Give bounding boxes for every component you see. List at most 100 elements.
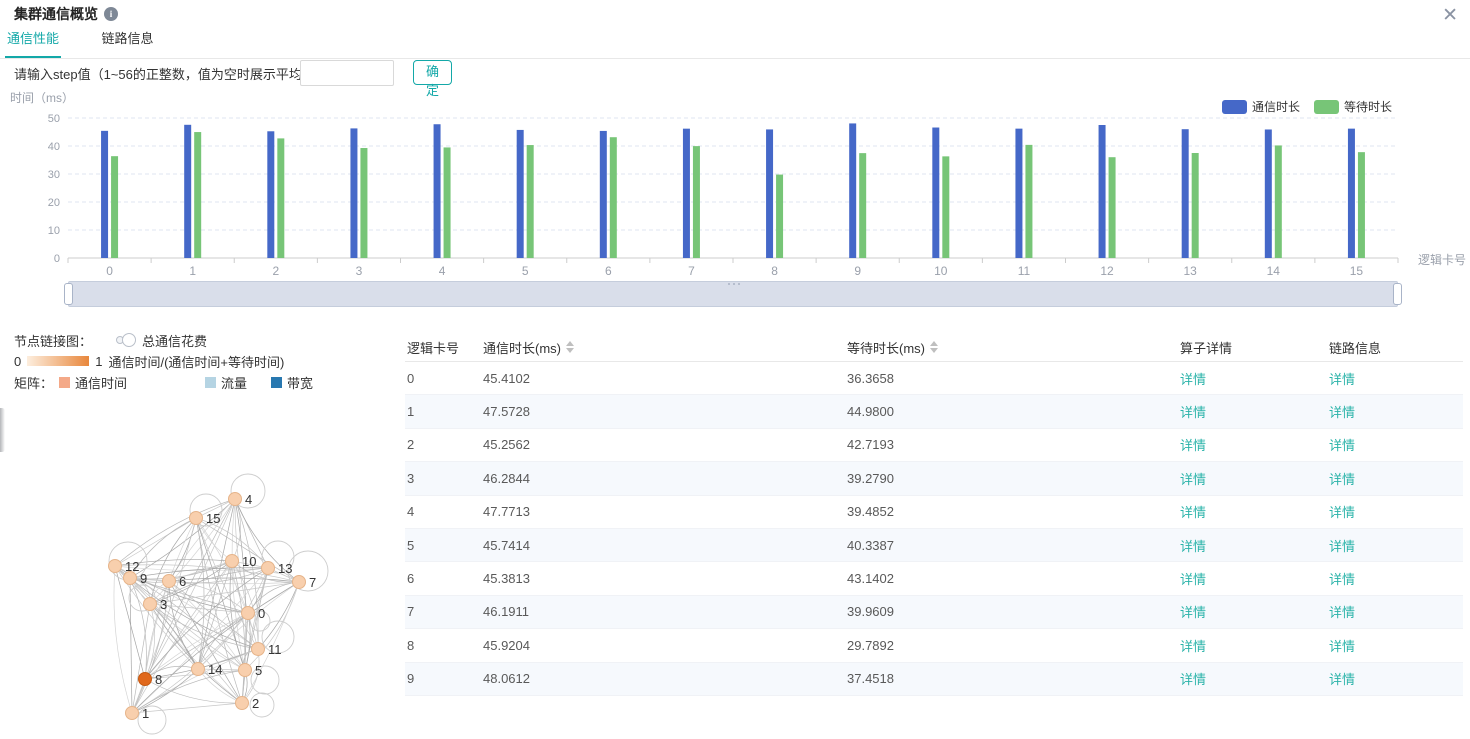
column-header-通信时长(ms)[interactable]: 通信时长(ms) bbox=[481, 338, 845, 357]
link-info-detail-link[interactable]: 详情 bbox=[1329, 605, 1355, 620]
bar-comm-duration[interactable] bbox=[434, 124, 441, 258]
x-tick-label: 11 bbox=[1018, 264, 1031, 278]
bar-wait-duration[interactable] bbox=[942, 156, 949, 258]
page-title: 集群通信概览 bbox=[14, 4, 98, 24]
graph-node-5[interactable] bbox=[239, 664, 252, 677]
slider-right-handle[interactable] bbox=[1393, 283, 1402, 305]
bar-wait-duration[interactable] bbox=[693, 146, 700, 258]
operator-detail-link[interactable]: 详情 bbox=[1180, 405, 1206, 420]
graph-node-9[interactable] bbox=[124, 572, 137, 585]
bar-wait-duration[interactable] bbox=[610, 137, 617, 258]
bar-comm-duration[interactable] bbox=[600, 131, 607, 258]
bar-comm-duration[interactable] bbox=[1015, 129, 1022, 258]
column-header-等待时长(ms)[interactable]: 等待时长(ms) bbox=[845, 338, 1178, 357]
bar-comm-duration[interactable] bbox=[1099, 125, 1106, 258]
graph-node-2[interactable] bbox=[236, 697, 249, 710]
graph-node-15[interactable] bbox=[190, 512, 203, 525]
bar-wait-duration[interactable] bbox=[859, 153, 866, 258]
table-row: 447.771339.4852详情详情 bbox=[405, 496, 1463, 529]
graph-node-1[interactable] bbox=[126, 707, 139, 720]
link-info-detail-link[interactable]: 详情 bbox=[1329, 572, 1355, 587]
graph-node-0[interactable] bbox=[242, 607, 255, 620]
bar-wait-duration[interactable] bbox=[1025, 145, 1032, 258]
confirm-button[interactable]: 确定 bbox=[413, 60, 452, 85]
sort-icon[interactable] bbox=[566, 341, 574, 353]
graph-edge bbox=[114, 566, 132, 713]
bar-wait-duration[interactable] bbox=[360, 148, 367, 258]
wait-duration-cell: 29.7892 bbox=[845, 638, 1178, 653]
gradient-bar-icon bbox=[27, 356, 89, 366]
graph-node-11[interactable] bbox=[252, 643, 265, 656]
card-id-cell: 8 bbox=[405, 638, 481, 653]
operator-detail-link[interactable]: 详情 bbox=[1180, 572, 1206, 587]
link-info-detail-link[interactable]: 详情 bbox=[1329, 639, 1355, 654]
operator-detail-link[interactable]: 详情 bbox=[1180, 505, 1206, 520]
slider-left-handle[interactable] bbox=[64, 283, 73, 305]
x-tick-label: 12 bbox=[1100, 264, 1114, 278]
card-id-cell: 2 bbox=[405, 437, 481, 452]
data-zoom-slider[interactable] bbox=[68, 281, 1398, 307]
operator-detail-link[interactable]: 详情 bbox=[1180, 639, 1206, 654]
graph-node-4[interactable] bbox=[229, 493, 242, 506]
bar-comm-duration[interactable] bbox=[184, 125, 191, 258]
link-info-detail-link[interactable]: 详情 bbox=[1329, 539, 1355, 554]
step-input[interactable] bbox=[300, 60, 394, 86]
bar-comm-duration[interactable] bbox=[683, 129, 690, 258]
link-info-detail-link[interactable]: 详情 bbox=[1329, 672, 1355, 687]
link-info-detail-link[interactable]: 详情 bbox=[1329, 372, 1355, 387]
operator-detail-link[interactable]: 详情 bbox=[1180, 472, 1206, 487]
bar-wait-duration[interactable] bbox=[444, 147, 451, 258]
operator-detail-link[interactable]: 详情 bbox=[1180, 438, 1206, 453]
matrix-swatch-icon bbox=[205, 377, 216, 388]
operator-detail-link[interactable]: 详情 bbox=[1180, 372, 1206, 387]
bar-wait-duration[interactable] bbox=[1192, 153, 1199, 258]
info-icon[interactable]: i bbox=[104, 7, 118, 21]
bar-comm-duration[interactable] bbox=[932, 128, 939, 258]
bar-comm-duration[interactable] bbox=[517, 130, 524, 258]
bar-wait-duration[interactable] bbox=[277, 138, 284, 258]
bar-comm-duration[interactable] bbox=[849, 123, 856, 258]
bar-wait-duration[interactable] bbox=[1109, 157, 1116, 258]
gradient-min: 0 bbox=[14, 354, 21, 369]
graph-node-12[interactable] bbox=[109, 560, 122, 573]
link-info-detail-link[interactable]: 详情 bbox=[1329, 438, 1355, 453]
wait-duration-cell: 40.3387 bbox=[845, 538, 1178, 553]
graph-node-6[interactable] bbox=[163, 575, 176, 588]
graph-node-10[interactable] bbox=[226, 555, 239, 568]
card-id-cell: 7 bbox=[405, 604, 481, 619]
operator-detail-link[interactable]: 详情 bbox=[1180, 672, 1206, 687]
x-tick-label: 8 bbox=[771, 264, 778, 278]
operator-detail-link[interactable]: 详情 bbox=[1180, 605, 1206, 620]
bar-comm-duration[interactable] bbox=[267, 131, 274, 258]
bar-comm-duration[interactable] bbox=[350, 128, 357, 258]
bar-comm-duration[interactable] bbox=[1265, 129, 1272, 258]
operator-detail-link[interactable]: 详情 bbox=[1180, 539, 1206, 554]
tab-link-info[interactable]: 链路信息 bbox=[99, 28, 155, 56]
graph-node-8[interactable] bbox=[139, 673, 152, 686]
bar-comm-duration[interactable] bbox=[101, 131, 108, 258]
tab-communication-performance[interactable]: 通信性能 bbox=[5, 28, 61, 58]
column-header-label: 链路信息 bbox=[1329, 338, 1381, 357]
bar-wait-duration[interactable] bbox=[111, 156, 118, 258]
bar-wait-duration[interactable] bbox=[776, 175, 783, 258]
card-id-cell: 6 bbox=[405, 571, 481, 586]
graph-node-label: 1 bbox=[142, 706, 149, 721]
link-info-detail-link[interactable]: 详情 bbox=[1329, 472, 1355, 487]
slider-grip-icon[interactable] bbox=[733, 283, 735, 285]
graph-node-3[interactable] bbox=[144, 598, 157, 611]
graph-node-7[interactable] bbox=[293, 576, 306, 589]
sort-icon[interactable] bbox=[930, 341, 938, 353]
graph-node-13[interactable] bbox=[262, 562, 275, 575]
bar-comm-duration[interactable] bbox=[1182, 129, 1189, 258]
bar-comm-duration[interactable] bbox=[766, 129, 773, 258]
graph-node-14[interactable] bbox=[192, 663, 205, 676]
link-info-detail-link[interactable]: 详情 bbox=[1329, 405, 1355, 420]
bar-wait-duration[interactable] bbox=[527, 145, 534, 258]
close-icon[interactable]: ✕ bbox=[1442, 6, 1458, 25]
bar-comm-duration[interactable] bbox=[1348, 129, 1355, 258]
bar-wait-duration[interactable] bbox=[1358, 152, 1365, 258]
y-tick-label: 30 bbox=[48, 169, 60, 181]
link-info-detail-link[interactable]: 详情 bbox=[1329, 505, 1355, 520]
bar-wait-duration[interactable] bbox=[194, 132, 201, 258]
bar-wait-duration[interactable] bbox=[1275, 145, 1282, 258]
